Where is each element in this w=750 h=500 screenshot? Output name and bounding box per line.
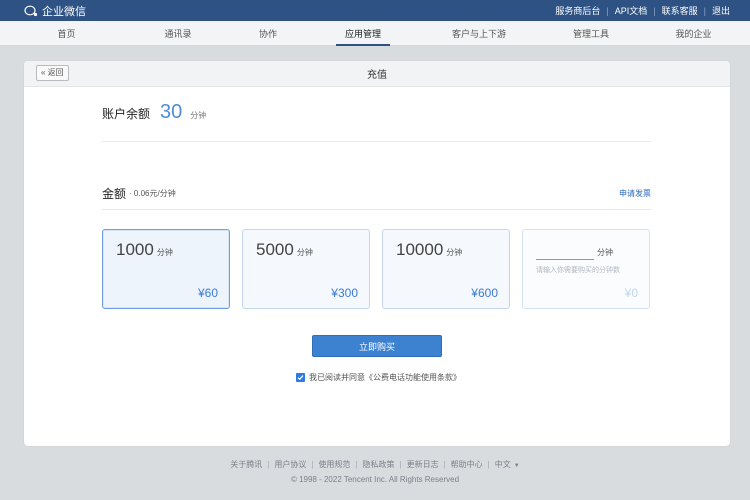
apply-invoice-link[interactable]: 申请发票 (619, 188, 651, 199)
option-minutes: 1000 分钟 (116, 240, 173, 259)
option-5000-minutes[interactable]: 5000 分钟 ¥300 (242, 229, 370, 309)
contact-support-link[interactable]: 联系客服 (662, 4, 698, 17)
custom-unit: 分钟 (597, 248, 613, 257)
nav-item-app-management[interactable]: 应用管理 (313, 21, 413, 45)
balance-label: 账户余额 (102, 107, 151, 121)
nav-item-my-enterprise[interactable]: 我的企业 (637, 21, 750, 45)
copyright: © 1998 - 2022 Tencent Inc. All Rights Re… (290, 475, 460, 484)
logout-link[interactable]: 退出 (712, 4, 730, 17)
custom-price: ¥0 (624, 286, 638, 300)
api-docs-link[interactable]: API文档 (615, 4, 648, 17)
nav-item-contacts[interactable]: 通讯录 (133, 21, 223, 45)
balance-section: 账户余额 30 分钟 (102, 101, 651, 142)
separator: | (399, 460, 402, 469)
custom-minutes-input[interactable] (536, 259, 594, 260)
nav-item-home[interactable]: 首页 (0, 21, 133, 45)
help-center-link[interactable]: 帮助中心 (451, 459, 483, 470)
option-price: ¥600 (471, 286, 498, 300)
top-links: 服务商后台 | API文档 | 联系客服 | 退出 (555, 4, 750, 17)
amount-rate: · 0.06元/分钟 (129, 189, 176, 198)
separator: | (606, 5, 609, 16)
nav-item-management-tools[interactable]: 管理工具 (545, 21, 637, 45)
page-title: 充值 (367, 70, 387, 81)
about-tencent-link[interactable]: 关于腾讯 (230, 459, 262, 470)
amount-section: 金额 · 0.06元/分钟 申请发票 (102, 178, 651, 210)
back-button[interactable]: « 返回 (36, 65, 69, 81)
language-selector[interactable]: 中文 ▼ (495, 459, 520, 470)
separator: | (487, 460, 490, 469)
caret-down-icon: ▼ (513, 463, 520, 469)
amount-label: 金额 (102, 187, 127, 201)
main-nav: 首页 通讯录 协作 应用管理 客户与上下游 管理工具 我的企业 (0, 21, 750, 46)
separator: | (355, 460, 358, 469)
agreement-checkbox[interactable] (296, 373, 305, 382)
option-10000-minutes[interactable]: 10000 分钟 ¥600 (382, 229, 510, 309)
option-minutes: 10000 分钟 (396, 240, 463, 259)
separator: | (443, 460, 446, 469)
recharge-card: « 返回 充值 账户余额 30 分钟 金额 · 0.06元/分钟 申请发票 10… (24, 61, 730, 446)
footer: 关于腾讯 | 用户协议 | 使用规范 | 隐私政策 | 更新日志 | 帮助中心 … (0, 459, 750, 484)
option-minutes: 5000 分钟 (256, 240, 313, 259)
nav-item-collaboration[interactable]: 协作 (223, 21, 313, 45)
separator: | (653, 5, 656, 16)
brand-name: 企业微信 (42, 5, 86, 18)
balance-value: 30 (160, 101, 183, 123)
nav-item-customers[interactable]: 客户与上下游 (413, 21, 545, 45)
recharge-options: 1000 分钟 ¥60 5000 分钟 ¥300 10000 分钟 ¥600 分钟 请… (102, 229, 651, 309)
option-price: ¥60 (197, 286, 218, 300)
top-bar: 企业微信 服务商后台 | API文档 | 联系客服 | 退出 (0, 0, 750, 21)
usage-rules-link[interactable]: 使用规范 (318, 459, 350, 470)
check-icon (297, 375, 304, 381)
wecom-logo-icon (24, 5, 38, 16)
agreement-text: 我已阅读并同意《公费电话功能使用条款》 (309, 373, 461, 382)
separator: | (311, 460, 314, 469)
changelog-link[interactable]: 更新日志 (407, 459, 439, 470)
provider-console-link[interactable]: 服务商后台 (555, 4, 600, 17)
option-price: ¥300 (331, 286, 358, 300)
custom-hint: 请输入你需要购买的分钟数 (536, 267, 620, 274)
agreement[interactable]: 我已阅读并同意《公费电话功能使用条款》 (296, 372, 461, 383)
card-header: « 返回 充值 (24, 61, 730, 87)
user-agreement-link[interactable]: 用户协议 (274, 459, 306, 470)
option-custom-minutes[interactable]: 分钟 请输入你需要购买的分钟数 ¥0 (522, 229, 650, 309)
balance-unit: 分钟 (190, 111, 207, 120)
option-1000-minutes[interactable]: 1000 分钟 ¥60 (102, 229, 230, 309)
footer-links: 关于腾讯 | 用户协议 | 使用规范 | 隐私政策 | 更新日志 | 帮助中心 … (0, 459, 750, 470)
brand[interactable]: 企业微信 (0, 3, 86, 19)
separator: | (267, 460, 270, 469)
separator: | (703, 5, 706, 16)
privacy-policy-link[interactable]: 隐私政策 (363, 459, 395, 470)
buy-now-button[interactable]: 立即购买 (312, 335, 442, 357)
